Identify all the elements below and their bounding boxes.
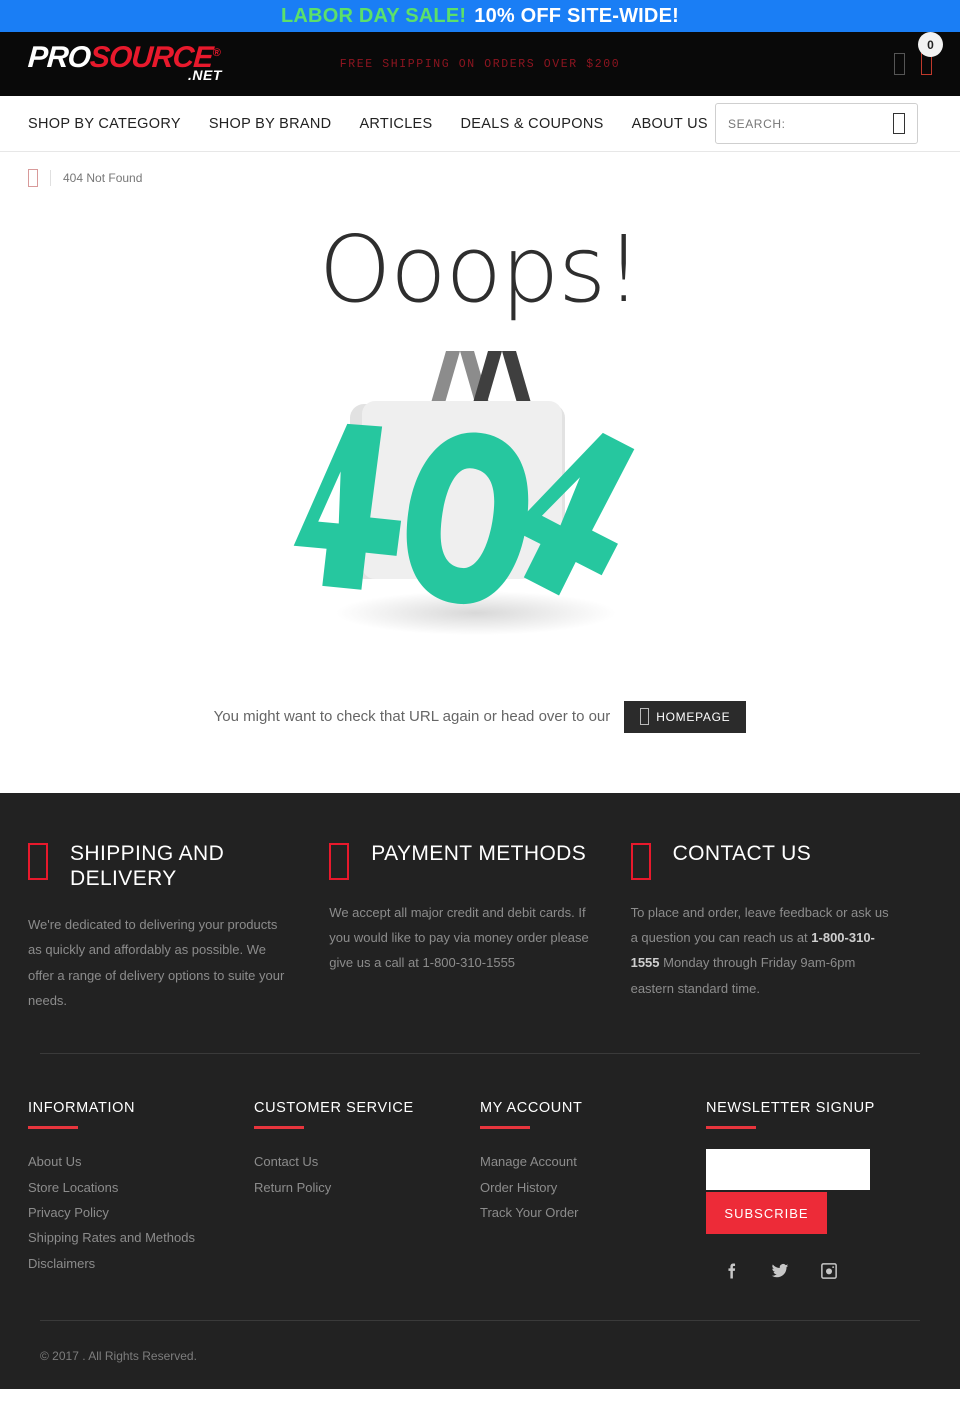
nav-link-list: SHOP BY CATEGORY SHOP BY BRAND ARTICLES … <box>28 116 708 132</box>
search-icon <box>893 113 905 134</box>
404-illustration <box>280 341 680 661</box>
feature-body: To place and order, leave feedback or as… <box>631 900 894 1001</box>
footer-column-newsletter: NEWSLETTER SIGNUP SUBSCRIBE <box>706 1100 932 1280</box>
footer-link-list: Manage Account Order History Track Your … <box>480 1149 680 1225</box>
feature-header: CONTACT US <box>630 841 894 880</box>
contact-text-post: Monday through Friday 9am-6pm eastern st… <box>630 955 856 996</box>
footer-link-about-us[interactable]: About Us <box>28 1149 228 1174</box>
homepage-button-label: HOMEPAGE <box>656 709 731 724</box>
user-icon <box>894 53 905 75</box>
footer-link-manage-account[interactable]: Manage Account <box>480 1149 680 1174</box>
home-icon <box>28 168 38 187</box>
feature-header: PAYMENT METHODS <box>329 841 592 880</box>
footer-feature-row: SHIPPING AND DELIVERY We're dedicated to… <box>28 793 932 1054</box>
promo-banner: LABOR DAY SALE! 10% OFF SITE-WIDE! <box>0 0 960 32</box>
nav-item-articles[interactable]: ARTICLES <box>359 116 432 132</box>
home-icon <box>640 708 650 726</box>
promo-rest-text: 10% OFF SITE-WIDE! <box>474 4 679 27</box>
error-message-text: You might want to check that URL again o… <box>213 708 611 726</box>
promo-highlight-text: LABOR DAY SALE! <box>281 4 467 27</box>
title-underline <box>480 1126 530 1130</box>
feature-shipping-and-delivery: SHIPPING AND DELIVERY We're dedicated to… <box>28 841 329 1014</box>
nav-item-shop-by-category[interactable]: SHOP BY CATEGORY <box>28 116 181 132</box>
feature-title: CONTACT US <box>672 841 812 865</box>
instagram-icon[interactable] <box>820 1262 838 1280</box>
phone-icon <box>630 842 651 880</box>
feature-body: We accept all major credit and debit car… <box>329 904 589 971</box>
cart-button[interactable]: 0 <box>918 32 943 75</box>
logo-net-text: .NET <box>188 67 222 83</box>
footer-link-columns: INFORMATION About Us Store Locations Pri… <box>28 1054 932 1320</box>
logo-pro-text: PRO <box>26 41 92 74</box>
truck-icon <box>28 842 48 880</box>
footer-column-title: MY ACCOUNT <box>480 1100 583 1117</box>
breadcrumb-current-page: 404 Not Found <box>63 171 143 185</box>
breadcrumb-home-link[interactable] <box>28 168 38 187</box>
search-submit-button[interactable] <box>893 113 905 134</box>
footer-link-privacy-policy[interactable]: Privacy Policy <box>28 1200 228 1225</box>
subscribe-button[interactable]: SUBSCRIBE <box>706 1192 827 1235</box>
footer-column-title: NEWSLETTER SIGNUP <box>706 1100 875 1117</box>
breadcrumb-divider <box>50 170 51 186</box>
site-logo[interactable]: PROSOURCE® .NET <box>26 41 243 87</box>
feature-title: PAYMENT METHODS <box>371 841 587 865</box>
title-underline <box>28 1126 78 1130</box>
feature-title: SHIPPING AND DELIVERY <box>70 841 225 891</box>
footer-link-contact-us[interactable]: Contact Us <box>254 1149 454 1174</box>
feature-contact-us: CONTACT US To place and order, leave fee… <box>630 841 932 1014</box>
feature-payment-methods: PAYMENT METHODS We accept all major cred… <box>329 841 630 1014</box>
footer-link-order-history[interactable]: Order History <box>480 1175 680 1200</box>
error-cta-row: You might want to check that URL again o… <box>0 700 960 733</box>
account-icon[interactable] <box>894 53 905 75</box>
newsletter-email-input[interactable] <box>706 1149 870 1191</box>
nav-item-about-us[interactable]: ABOUT US <box>632 116 708 132</box>
footer-link-list: Contact Us Return Policy <box>254 1149 454 1200</box>
404-shopping-bag-graphic <box>293 350 635 635</box>
title-underline <box>706 1126 756 1130</box>
cart-count-badge: 0 <box>918 32 943 57</box>
error-page-content: Ooops! You might want to check that URL … <box>0 204 960 793</box>
nav-item-deals-and-coupons[interactable]: DEALS & COUPONS <box>461 116 604 132</box>
twitter-icon[interactable] <box>770 1262 790 1280</box>
footer-column-information: INFORMATION About Us Store Locations Pri… <box>28 1100 254 1280</box>
footer-column-customer-service: CUSTOMER SERVICE Contact Us Return Polic… <box>254 1100 480 1280</box>
footer-link-track-your-order[interactable]: Track Your Order <box>480 1200 680 1225</box>
facebook-icon[interactable] <box>722 1262 740 1280</box>
homepage-button[interactable]: HOMEPAGE <box>624 700 747 733</box>
breadcrumb: 404 Not Found <box>0 152 960 204</box>
footer-link-shipping-rates[interactable]: Shipping Rates and Methods <box>28 1225 228 1250</box>
page-title: Ooops! <box>318 216 642 323</box>
feature-header: SHIPPING AND DELIVERY <box>28 841 291 892</box>
logo-registered-mark: ® <box>212 47 221 59</box>
footer-column-title: INFORMATION <box>28 1100 136 1117</box>
copyright-text: © 2017 . All Rights Reserved. <box>40 1349 197 1364</box>
nav-item-shop-by-brand[interactable]: SHOP BY BRAND <box>209 116 332 132</box>
social-links <box>706 1262 906 1280</box>
title-underline <box>254 1126 304 1130</box>
feature-body: We're dedicated to delivering your produ… <box>28 916 285 1008</box>
header-icon-group: 0 <box>894 32 943 96</box>
top-header-bar: PROSOURCE® .NET FREE SHIPPING ON ORDERS … <box>0 32 960 96</box>
footer-link-store-locations[interactable]: Store Locations <box>28 1175 228 1200</box>
site-footer: SHIPPING AND DELIVERY We're dedicated to… <box>0 792 960 1390</box>
search-box[interactable] <box>715 103 918 144</box>
search-input[interactable] <box>728 116 893 131</box>
footer-link-disclaimers[interactable]: Disclaimers <box>28 1251 228 1276</box>
footer-column-title: CUSTOMER SERVICE <box>254 1100 414 1117</box>
main-navigation: SHOP BY CATEGORY SHOP BY BRAND ARTICLES … <box>0 96 960 152</box>
footer-column-my-account: MY ACCOUNT Manage Account Order History … <box>480 1100 706 1280</box>
footer-link-list: About Us Store Locations Privacy Policy … <box>28 1149 228 1276</box>
footer-link-return-policy[interactable]: Return Policy <box>254 1175 454 1200</box>
credit-card-icon <box>329 842 350 880</box>
